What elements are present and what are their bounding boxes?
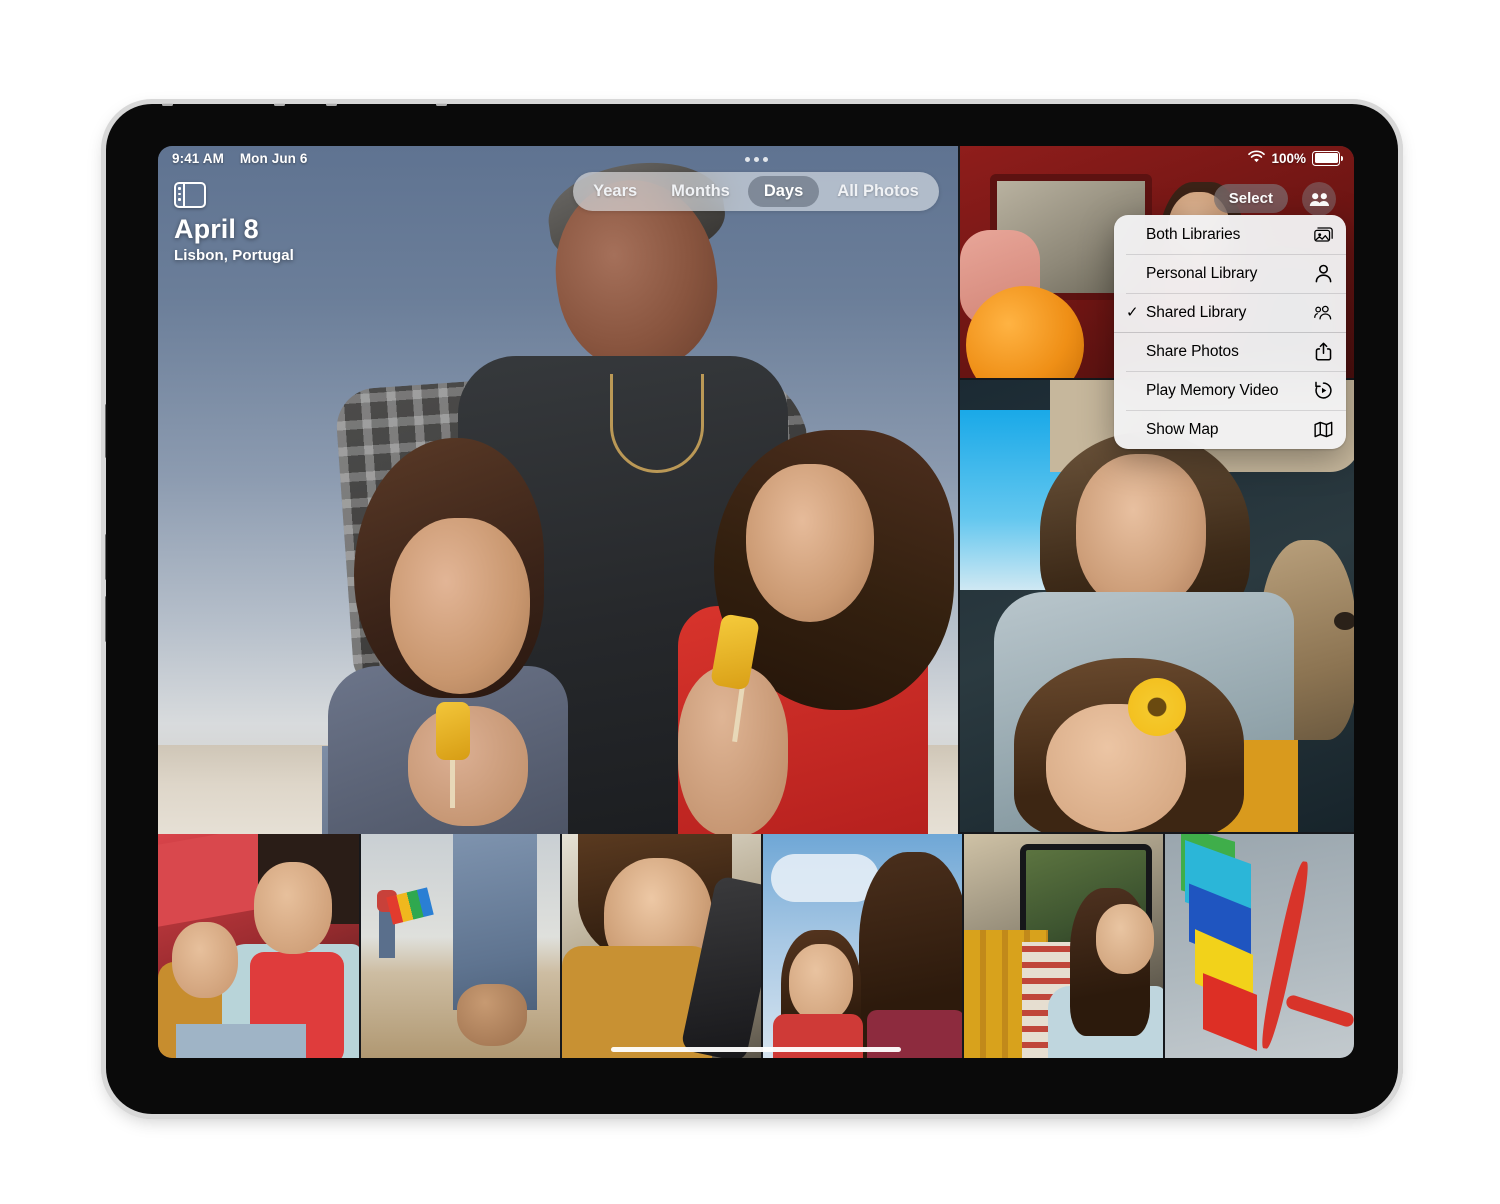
- ipad-device-frame: 9:41 AM Mon Jun 6 100% April 8 Lisbon, P…: [101, 99, 1403, 1119]
- day-location: Lisbon, Portugal: [174, 247, 294, 265]
- library-context-menu[interactable]: Both Libraries Personal Library ✓ Shared…: [1114, 215, 1346, 449]
- map-icon: [1313, 420, 1333, 440]
- menu-item-label: Show Map: [1146, 420, 1219, 438]
- day-header: April 8 Lisbon, Portugal: [174, 214, 294, 264]
- thumbnail-photo[interactable]: [964, 834, 1163, 1058]
- grabber-dots-icon[interactable]: [158, 157, 1354, 162]
- thumbnail-photo[interactable]: [562, 834, 761, 1058]
- tab-all-photos[interactable]: All Photos: [821, 176, 935, 207]
- photo-stack-icon: [1313, 225, 1333, 245]
- top-edge-nub: [436, 103, 447, 106]
- menu-item-play-memory-video[interactable]: Play Memory Video: [1114, 371, 1346, 410]
- segmented-control[interactable]: Years Months Days All Photos: [573, 172, 939, 211]
- tab-months[interactable]: Months: [655, 176, 746, 207]
- thumbnail-photo[interactable]: [361, 834, 560, 1058]
- tab-days[interactable]: Days: [747, 176, 820, 207]
- tab-years[interactable]: Years: [577, 176, 653, 207]
- two-people-icon: [1313, 303, 1333, 323]
- menu-item-shared-library[interactable]: ✓ Shared Library: [1114, 293, 1346, 332]
- side-button: [105, 534, 108, 580]
- person-icon: [1313, 264, 1333, 284]
- menu-item-label: Personal Library: [1146, 264, 1258, 282]
- menu-item-personal-library[interactable]: Personal Library: [1114, 254, 1346, 293]
- segmented-control-wrap: Years Months Days All Photos: [158, 172, 1354, 211]
- top-edge-nub: [274, 103, 285, 106]
- share-up-arrow-icon: [1313, 342, 1333, 362]
- menu-item-label: Play Memory Video: [1146, 381, 1279, 399]
- menu-check-mark: ✓: [1126, 304, 1139, 321]
- top-edge-nub: [162, 103, 173, 106]
- menu-item-label: Share Photos: [1146, 342, 1239, 360]
- menu-item-both-libraries[interactable]: Both Libraries: [1114, 215, 1346, 254]
- menu-item-label: Both Libraries: [1146, 225, 1241, 243]
- side-button: [105, 596, 108, 642]
- thumbnail-photo[interactable]: [763, 834, 962, 1058]
- home-indicator-bar: [611, 1047, 901, 1052]
- top-edge-nub: [326, 103, 337, 106]
- people-group-icon[interactable]: [1302, 182, 1336, 216]
- thumbnail-photo[interactable]: [1165, 834, 1354, 1058]
- menu-item-show-map[interactable]: Show Map: [1114, 410, 1346, 449]
- menu-item-label: Shared Library: [1146, 303, 1247, 321]
- menu-item-share-photos[interactable]: Share Photos: [1114, 332, 1346, 371]
- select-button[interactable]: Select: [1213, 184, 1288, 213]
- play-memory-icon: [1313, 381, 1333, 401]
- page-title: April 8: [174, 214, 259, 244]
- thumbnail-photo[interactable]: [158, 834, 359, 1058]
- ipad-screen: 9:41 AM Mon Jun 6 100% April 8 Lisbon, P…: [158, 146, 1354, 1058]
- side-button: [105, 404, 108, 458]
